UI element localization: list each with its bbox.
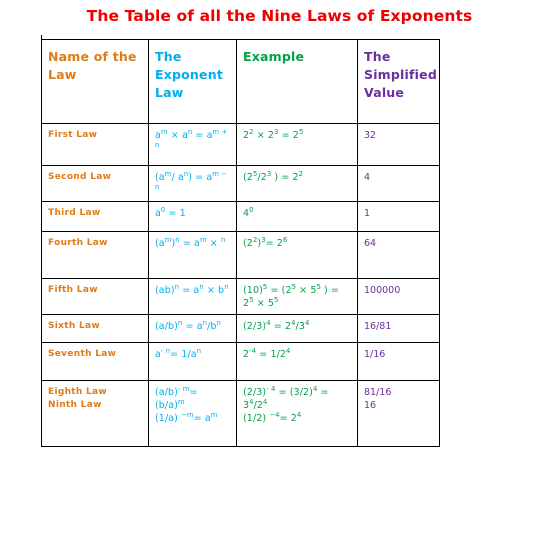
cell-example: (2/3)4 = 24/34	[236, 314, 358, 343]
table-row: First Law am × an = am + n 22 × 23 = 25 32	[41, 123, 440, 166]
column-header-label: The Simplified Value	[364, 49, 437, 100]
cell-exponent-law: a0 = 1	[148, 201, 237, 232]
cell-example: 2-4 = 1/24	[236, 342, 358, 381]
page-title: The Table of all the Nine Laws of Expone…	[86, 7, 473, 25]
cell-law-name: Sixth Law	[41, 314, 149, 343]
laws-table: Name of the Law The Exponent Law Example Th…	[41, 39, 440, 447]
cell-law-name: Fifth Law	[41, 278, 149, 315]
cell-exponent-law: am × an = am + n	[148, 123, 237, 166]
cell-exponent-law: (a/b)n = an/bn	[148, 314, 237, 343]
cell-exponent-law: (a/b)- m= (b/a)m (1/a) −m= am	[148, 380, 237, 447]
cell-simplified-value: 16/81	[357, 314, 440, 343]
cell-simplified-value: 32	[357, 123, 440, 166]
cell-exponent-law: (am/ an) = am − n	[148, 165, 237, 202]
laws-table-container: Name of the Law The Exponent Law Example Th…	[41, 39, 440, 447]
cell-law-name: Fourth Law	[41, 231, 149, 279]
column-header-1: Name of the Law	[41, 39, 149, 124]
cell-law-name: First Law	[41, 123, 149, 166]
table-row: Seventh Law a- n= 1/an 2-4 = 1/24 1/16	[41, 342, 440, 381]
column-header-2: The Exponent Law	[148, 39, 237, 124]
exponent-laws-page: The Table of all the Nine Laws of Expone…	[0, 0, 559, 536]
cell-exponent-law: (am)n = am × n	[148, 231, 237, 279]
table-row-merged-eighth-ninth: Eighth Law Ninth Law (a/b)- m= (b/a)m (1/a)…	[41, 380, 440, 447]
cell-simplified-value: 100000	[357, 278, 440, 315]
cell-exponent-law: (ab)n = an × bn	[148, 278, 237, 315]
cell-exponent-law: a- n= 1/an	[148, 342, 237, 381]
table-header-row: Name of the Law The Exponent Law Example Th…	[41, 39, 440, 124]
cell-simplified-value: 1/16	[357, 342, 440, 381]
table-row: Fifth Law (ab)n = an × bn (10)5 = (25 × 55…	[41, 278, 440, 315]
cell-law-name: Eighth Law Ninth Law	[41, 380, 149, 447]
table-row: Second Law (am/ an) = am − n (25/23 ) = 22…	[41, 165, 440, 202]
table-row: Third Law a0 = 1 40 1	[41, 201, 440, 232]
cell-example: (10)5 = (25 × 55 ) = 25 × 55	[236, 278, 358, 315]
column-header-label: The Exponent Law	[155, 49, 223, 100]
cell-simplified-value: 64	[357, 231, 440, 279]
cell-example: (25/23 ) = 22	[236, 165, 358, 202]
cell-simplified-value: 4	[357, 165, 440, 202]
table-row: Sixth Law (a/b)n = an/bn (2/3)4 = 24/34 16/…	[41, 314, 440, 343]
column-header-label: Example	[243, 49, 305, 64]
cell-law-name: Seventh Law	[41, 342, 149, 381]
column-header-label: Name of the Law	[48, 49, 137, 82]
cell-example: 22 × 23 = 25	[236, 123, 358, 166]
cell-simplified-value: 81/16 16	[357, 380, 440, 447]
cell-simplified-value: 1	[357, 201, 440, 232]
table-row: Fourth Law (am)n = am × n (22)3= 26 64	[41, 231, 440, 279]
cell-example: 40	[236, 201, 358, 232]
column-header-4: The Simplified Value	[357, 39, 440, 124]
cell-example: (2/3)- 4 = (3/2)4 = 34/24 (1/2) −4= 24	[236, 380, 358, 447]
column-header-3: Example	[236, 39, 358, 124]
cell-law-name: Third Law	[41, 201, 149, 232]
cell-law-name: Second Law	[41, 165, 149, 202]
cell-example: (22)3= 26	[236, 231, 358, 279]
